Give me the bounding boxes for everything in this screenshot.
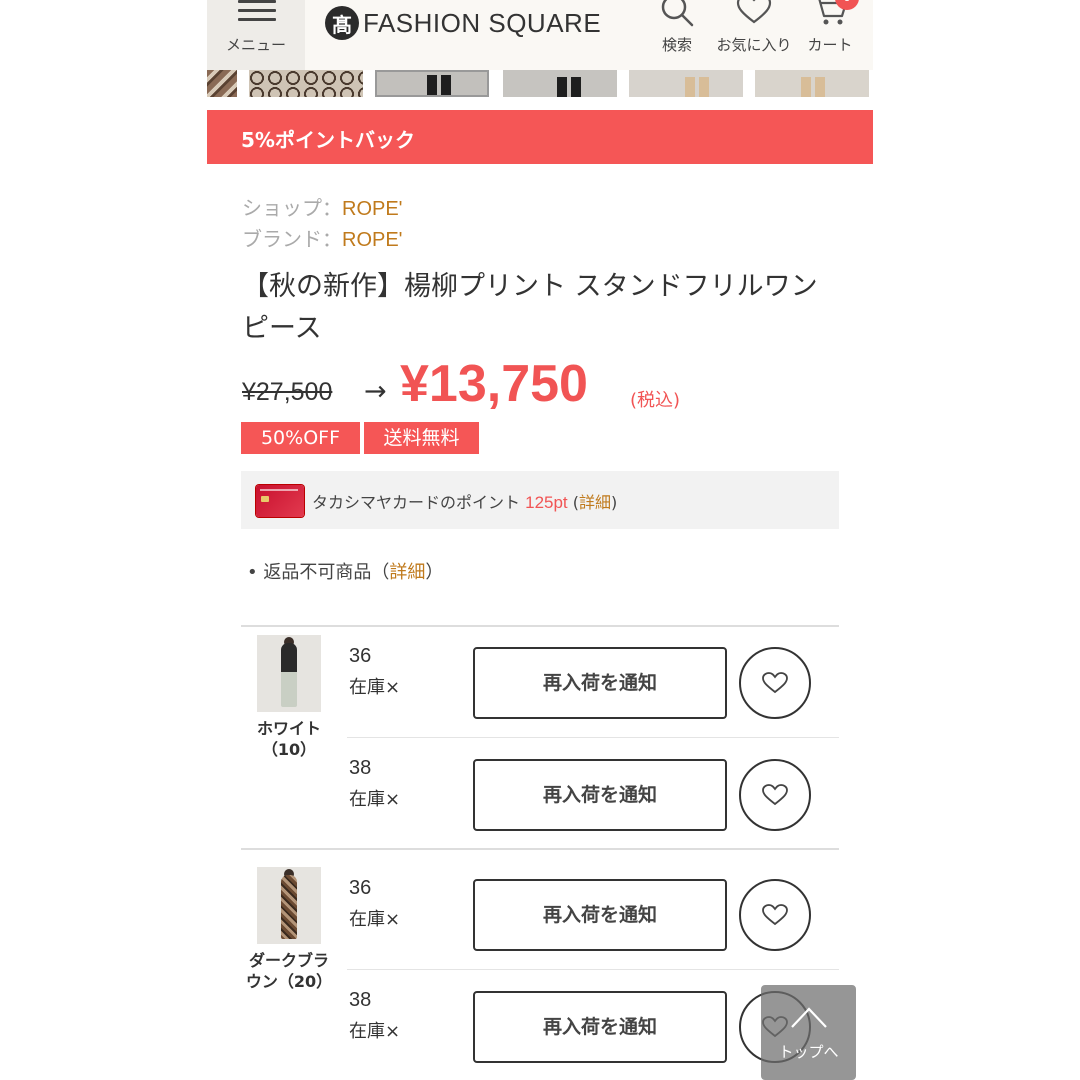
back-to-top-button[interactable]: トップへ <box>761 985 856 1080</box>
product-thumbnail-strip <box>207 70 873 100</box>
card-points-text: タカシマヤカードのポイント 125pt (詳細) <box>312 489 617 513</box>
row-divider <box>347 969 839 970</box>
search-button[interactable]: 検索 <box>638 0 716 70</box>
price-row: ¥27,500 → ¥13,750 (税込) <box>242 354 842 420</box>
menu-label: メニュー <box>225 36 286 54</box>
product-thumbnail[interactable] <box>755 70 869 97</box>
discount-badge: 50%OFF <box>241 422 360 454</box>
heart-icon <box>762 672 788 694</box>
paren-close: ) <box>611 493 618 512</box>
color-thumbnail-white[interactable] <box>257 635 321 712</box>
heart-icon <box>762 784 788 806</box>
card-points-value: 125pt <box>525 493 568 512</box>
brand-row: ブランド：ROPE' <box>242 223 403 252</box>
heart-icon <box>762 904 788 926</box>
restock-notify-button[interactable]: 再入荷を通知 <box>473 991 727 1063</box>
product-thumbnail[interactable] <box>503 70 617 97</box>
product-thumbnail[interactable] <box>207 70 237 97</box>
restock-notify-button[interactable]: 再入荷を通知 <box>473 759 727 831</box>
shop-link[interactable]: ROPE' <box>342 198 403 220</box>
logo-text: FASHION SQUARE <box>363 7 602 38</box>
favorites-button[interactable]: お気に入り <box>715 0 793 70</box>
price-arrow: → <box>364 376 387 407</box>
size-label: 38 <box>349 989 372 1011</box>
favorite-button[interactable] <box>739 759 811 831</box>
site-logo[interactable]: 髙 FASHION SQUARE <box>325 4 601 42</box>
color-name: ダークブラウン（20） <box>245 951 333 991</box>
tax-note: (税込) <box>630 390 681 411</box>
takashimaya-logo-mark: 髙 <box>325 6 359 40</box>
restock-notify-button[interactable]: 再入荷を通知 <box>473 647 727 719</box>
restock-notify-button[interactable]: 再入荷を通知 <box>473 879 727 951</box>
size-label: 36 <box>349 877 372 899</box>
sku-divider <box>241 625 839 627</box>
product-thumbnail-selected[interactable] <box>375 70 489 97</box>
size-label: 36 <box>349 645 372 667</box>
product-thumbnail[interactable] <box>249 70 363 97</box>
card-points-box: タカシマヤカードのポイント 125pt (詳細) <box>241 471 839 529</box>
hamburger-icon <box>238 0 276 24</box>
site-header: メニュー 髙 FASHION SQUARE 検索 お気に入り 0 カート <box>207 0 873 70</box>
favorite-button[interactable] <box>739 647 811 719</box>
favorites-label: お気に入り <box>716 36 792 54</box>
stock-status: 在庫× <box>349 677 401 698</box>
original-price: ¥27,500 <box>242 378 333 406</box>
point-back-text: 5%ポイントバック <box>241 128 415 152</box>
heart-icon <box>736 0 772 24</box>
row-divider <box>347 737 839 738</box>
point-back-banner: 5%ポイントバック <box>207 110 873 164</box>
sale-price: ¥13,750 <box>400 355 588 413</box>
search-label: 検索 <box>661 36 692 54</box>
stock-status: 在庫× <box>349 909 401 930</box>
cart-button[interactable]: 0 カート <box>791 0 869 70</box>
search-icon <box>661 0 694 27</box>
brand-link[interactable]: ROPE' <box>342 229 403 251</box>
non-returnable-close: ） <box>425 562 444 583</box>
non-returnable-text: • 返品不可商品（ <box>247 562 390 583</box>
brand-key: ブランド： <box>242 227 342 251</box>
color-thumbnail-dark-brown[interactable] <box>257 867 321 944</box>
shop-row: ショップ：ROPE' <box>242 192 403 221</box>
shop-key: ショップ： <box>242 196 342 220</box>
card-points-detail-link[interactable]: 詳細 <box>579 493 611 512</box>
product-page: メニュー 髙 FASHION SQUARE 検索 お気に入り 0 カート <box>207 0 873 1080</box>
color-name: ホワイト（10） <box>256 719 321 759</box>
card-points-label: タカシマヤカードのポイント <box>312 493 521 512</box>
product-title: 【秋の新作】楊柳プリント スタンドフリルワンピース <box>242 271 818 344</box>
sku-divider <box>241 848 839 850</box>
free-shipping-badge: 送料無料 <box>364 422 479 454</box>
stock-status: 在庫× <box>349 1021 401 1042</box>
chevron-up-icon <box>791 1007 827 1028</box>
stock-status: 在庫× <box>349 789 401 810</box>
back-to-top-label: トップへ <box>778 1043 839 1061</box>
favorite-button[interactable] <box>739 879 811 951</box>
takashimaya-card-icon <box>256 485 304 517</box>
size-label: 38 <box>349 757 372 779</box>
non-returnable-detail-link[interactable]: 詳細 <box>389 562 425 583</box>
menu-button[interactable]: メニュー <box>207 0 305 70</box>
non-returnable-note: • 返品不可商品（詳細） <box>247 558 443 584</box>
product-thumbnail[interactable] <box>629 70 743 97</box>
cart-label: カート <box>807 36 853 54</box>
